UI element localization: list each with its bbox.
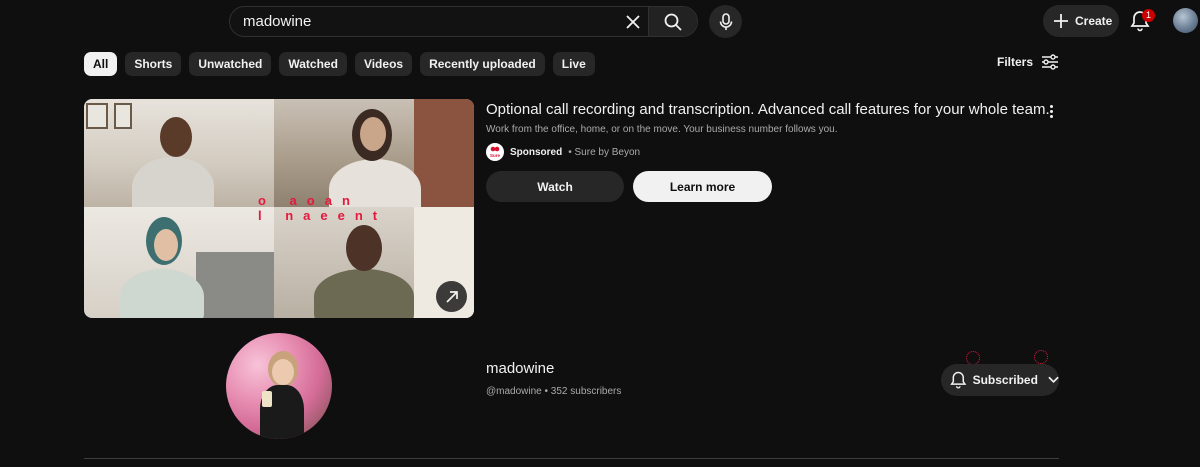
svg-text:Sure: Sure — [490, 153, 501, 158]
chip-watched[interactable]: Watched — [279, 52, 347, 76]
advertiser-name: • Sure by Beyon — [568, 146, 641, 158]
subscribed-label: Subscribed — [972, 373, 1038, 387]
account-avatar[interactable] — [1173, 8, 1198, 33]
divider — [84, 458, 1059, 459]
sponsored-label: Sponsored — [510, 146, 563, 158]
channel-avatar[interactable] — [226, 333, 332, 439]
chip-unwatched[interactable]: Unwatched — [189, 52, 272, 76]
chip-shorts[interactable]: Shorts — [125, 52, 182, 76]
filter-chip-bar: All Shorts Unwatched Watched Videos Rece… — [84, 52, 595, 76]
notifications-button[interactable]: 1 — [1130, 9, 1155, 33]
watch-button[interactable]: Watch — [486, 171, 624, 202]
sparkle-decoration — [966, 351, 980, 365]
plus-icon — [1054, 14, 1068, 28]
search-box[interactable]: madowine — [229, 6, 698, 37]
overlay-line: o aoan — [258, 193, 360, 208]
arrow-up-right-icon — [445, 290, 458, 303]
video-tile — [274, 99, 474, 207]
video-tile — [84, 99, 274, 207]
chip-videos[interactable]: Videos — [354, 52, 413, 76]
ad-title[interactable]: Optional call recording and transcriptio… — [486, 101, 1050, 118]
chevron-down-icon — [1048, 376, 1059, 384]
advertiser-logo: Sure — [486, 143, 504, 161]
more-options-icon[interactable] — [1044, 101, 1058, 121]
filters-label: Filters — [997, 55, 1034, 69]
clear-search-icon[interactable] — [618, 7, 648, 36]
search-button[interactable] — [648, 7, 697, 36]
overlay-line: l naeent — [258, 208, 388, 223]
ad-meta: Sure Sponsored • Sure by Beyon — [486, 143, 640, 161]
channel-name[interactable]: madowine — [486, 360, 554, 377]
channel-handle-subscribers: @madowine • 352 subscribers — [486, 386, 622, 397]
notification-badge: 1 — [1142, 9, 1155, 22]
open-link-button[interactable] — [436, 281, 467, 312]
subscribed-button[interactable]: Subscribed — [941, 364, 1059, 396]
chip-all[interactable]: All — [84, 52, 118, 76]
advertiser-text: Sure by Beyon — [574, 146, 641, 158]
create-label: Create — [1075, 14, 1113, 28]
sliders-icon — [1042, 54, 1059, 70]
sparkle-decoration — [1034, 350, 1048, 364]
search-input[interactable]: madowine — [230, 13, 618, 30]
bell-icon — [950, 371, 967, 389]
voice-search-button[interactable] — [709, 5, 742, 38]
chip-recently-uploaded[interactable]: Recently uploaded — [420, 52, 545, 76]
filters-button[interactable]: Filters — [997, 54, 1059, 70]
chip-live[interactable]: Live — [552, 52, 595, 76]
ad-description: Work from the office, home, or on the mo… — [486, 124, 838, 135]
search-icon — [664, 13, 682, 31]
learn-more-button[interactable]: Learn more — [633, 171, 772, 202]
ad-overlay-text: o aoan l naeent — [258, 193, 387, 223]
microphone-icon — [719, 12, 732, 30]
create-button[interactable]: Create — [1043, 5, 1119, 37]
video-tile — [84, 207, 274, 318]
